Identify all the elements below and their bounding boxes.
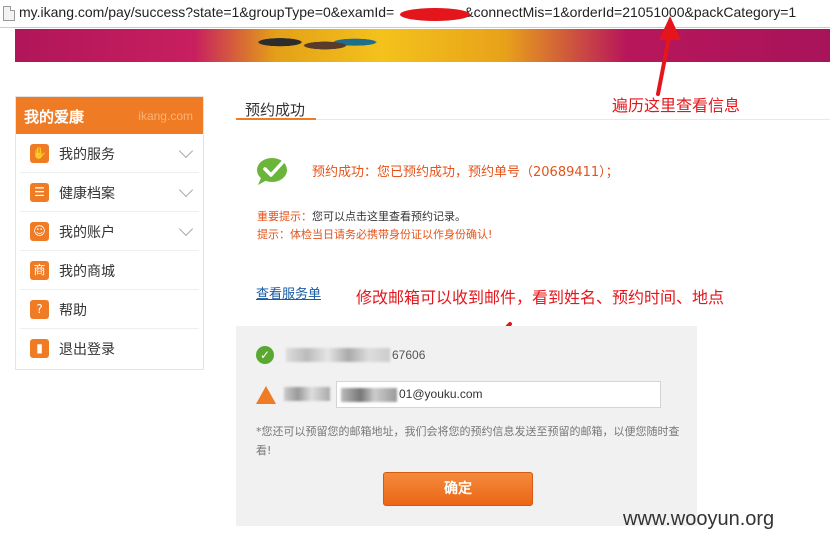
url-part-after: &connectMis=1&orderId=21051000&packCateg…: [464, 4, 797, 20]
success-check-icon: [257, 158, 287, 185]
list-icon: ☰: [30, 183, 49, 202]
sidebar-item-my-services[interactable]: ✋ 我的服务: [20, 134, 199, 173]
phone-number-suffix: 67606: [392, 348, 426, 362]
chevron-down-icon[interactable]: [178, 143, 194, 159]
sidebar-header: 我的爱康 ikang.com: [16, 97, 203, 134]
id-reminder-notice: 提示：体检当日请务必携带身份证以作身份确认!: [257, 228, 493, 241]
important-notice-text[interactable]: 您可以点击这里查看预约记录。: [312, 210, 466, 223]
sidebar-item-label: 健康档案: [59, 186, 115, 202]
warning-icon: [256, 386, 276, 404]
banner-illustration: [235, 29, 385, 62]
sidebar-title: 我的爱康: [24, 108, 85, 126]
tab-underline: [236, 118, 316, 120]
important-notice: 重要提示：您可以点击这里查看预约记录。: [257, 208, 466, 224]
blurred-email-prefix: [341, 388, 397, 402]
view-service-order-link[interactable]: 查看服务单: [256, 283, 321, 302]
watermark: www.wooyun.org: [623, 508, 775, 530]
blurred-email-label: [284, 387, 330, 401]
email-input[interactable]: 01@youku.com: [336, 381, 661, 408]
sidebar-item-logout[interactable]: ▮ 退出登录: [20, 329, 199, 368]
sidebar: 我的爱康 ikang.com ✋ 我的服务 ☰ 健康档案 ☺ 我的账户 商 我的…: [15, 96, 204, 370]
hand-icon: ✋: [30, 144, 49, 163]
email-note: *您还可以预留您的邮箱地址，我们会将您的预约信息发送至预留的邮箱，以便您随时查看…: [256, 425, 680, 457]
smile-icon: ☺: [30, 222, 49, 241]
chevron-down-icon[interactable]: [178, 182, 194, 198]
browser-address-bar[interactable]: my.ikang.com/pay/success?state=1&groupTy…: [0, 0, 830, 28]
sidebar-brand: ikang.com: [138, 109, 193, 123]
door-icon: ▮: [30, 339, 49, 358]
annotation-arrow-up-icon: [656, 16, 681, 96]
verified-check-icon: ✓: [256, 346, 274, 364]
annotation-email-hint: 修改邮箱可以收到邮件，看到姓名、预约时间、地点: [356, 288, 725, 307]
sidebar-item-label: 帮助: [59, 303, 87, 319]
redaction-mark: [400, 8, 470, 21]
confirm-button[interactable]: 确定: [383, 472, 533, 506]
blurred-phone-label: [286, 348, 390, 362]
page-icon: [3, 6, 15, 21]
tab-divider: [316, 119, 830, 120]
sidebar-item-label: 我的账户: [59, 225, 115, 241]
top-banner: [15, 29, 830, 62]
success-message: 预约成功：您已预约成功，预约单号（20689411）；: [312, 165, 619, 180]
bulb-icon: ?: [30, 300, 49, 319]
email-reservation-panel: ✓ 67606 01@youku.com *您还可以预留您的邮箱地址，我们会将您…: [236, 326, 697, 526]
sidebar-item-my-mall[interactable]: 商 我的商城: [20, 251, 199, 290]
chevron-down-icon[interactable]: [178, 221, 194, 237]
sidebar-item-help[interactable]: ? 帮助: [20, 290, 199, 329]
shop-icon: 商: [30, 261, 49, 280]
sidebar-item-label: 我的商城: [59, 264, 115, 280]
sidebar-item-health-records[interactable]: ☰ 健康档案: [20, 173, 199, 212]
sidebar-item-label: 退出登录: [59, 342, 115, 358]
sidebar-item-my-account[interactable]: ☺ 我的账户: [20, 212, 199, 251]
tab-booking-success: 预约成功: [245, 101, 306, 119]
sidebar-item-label: 我的服务: [59, 147, 115, 163]
url-part-before: my.ikang.com/pay/success?state=1&groupTy…: [19, 4, 395, 20]
important-notice-key: 重要提示：: [257, 210, 312, 223]
email-input-value: 01@youku.com: [399, 387, 483, 401]
